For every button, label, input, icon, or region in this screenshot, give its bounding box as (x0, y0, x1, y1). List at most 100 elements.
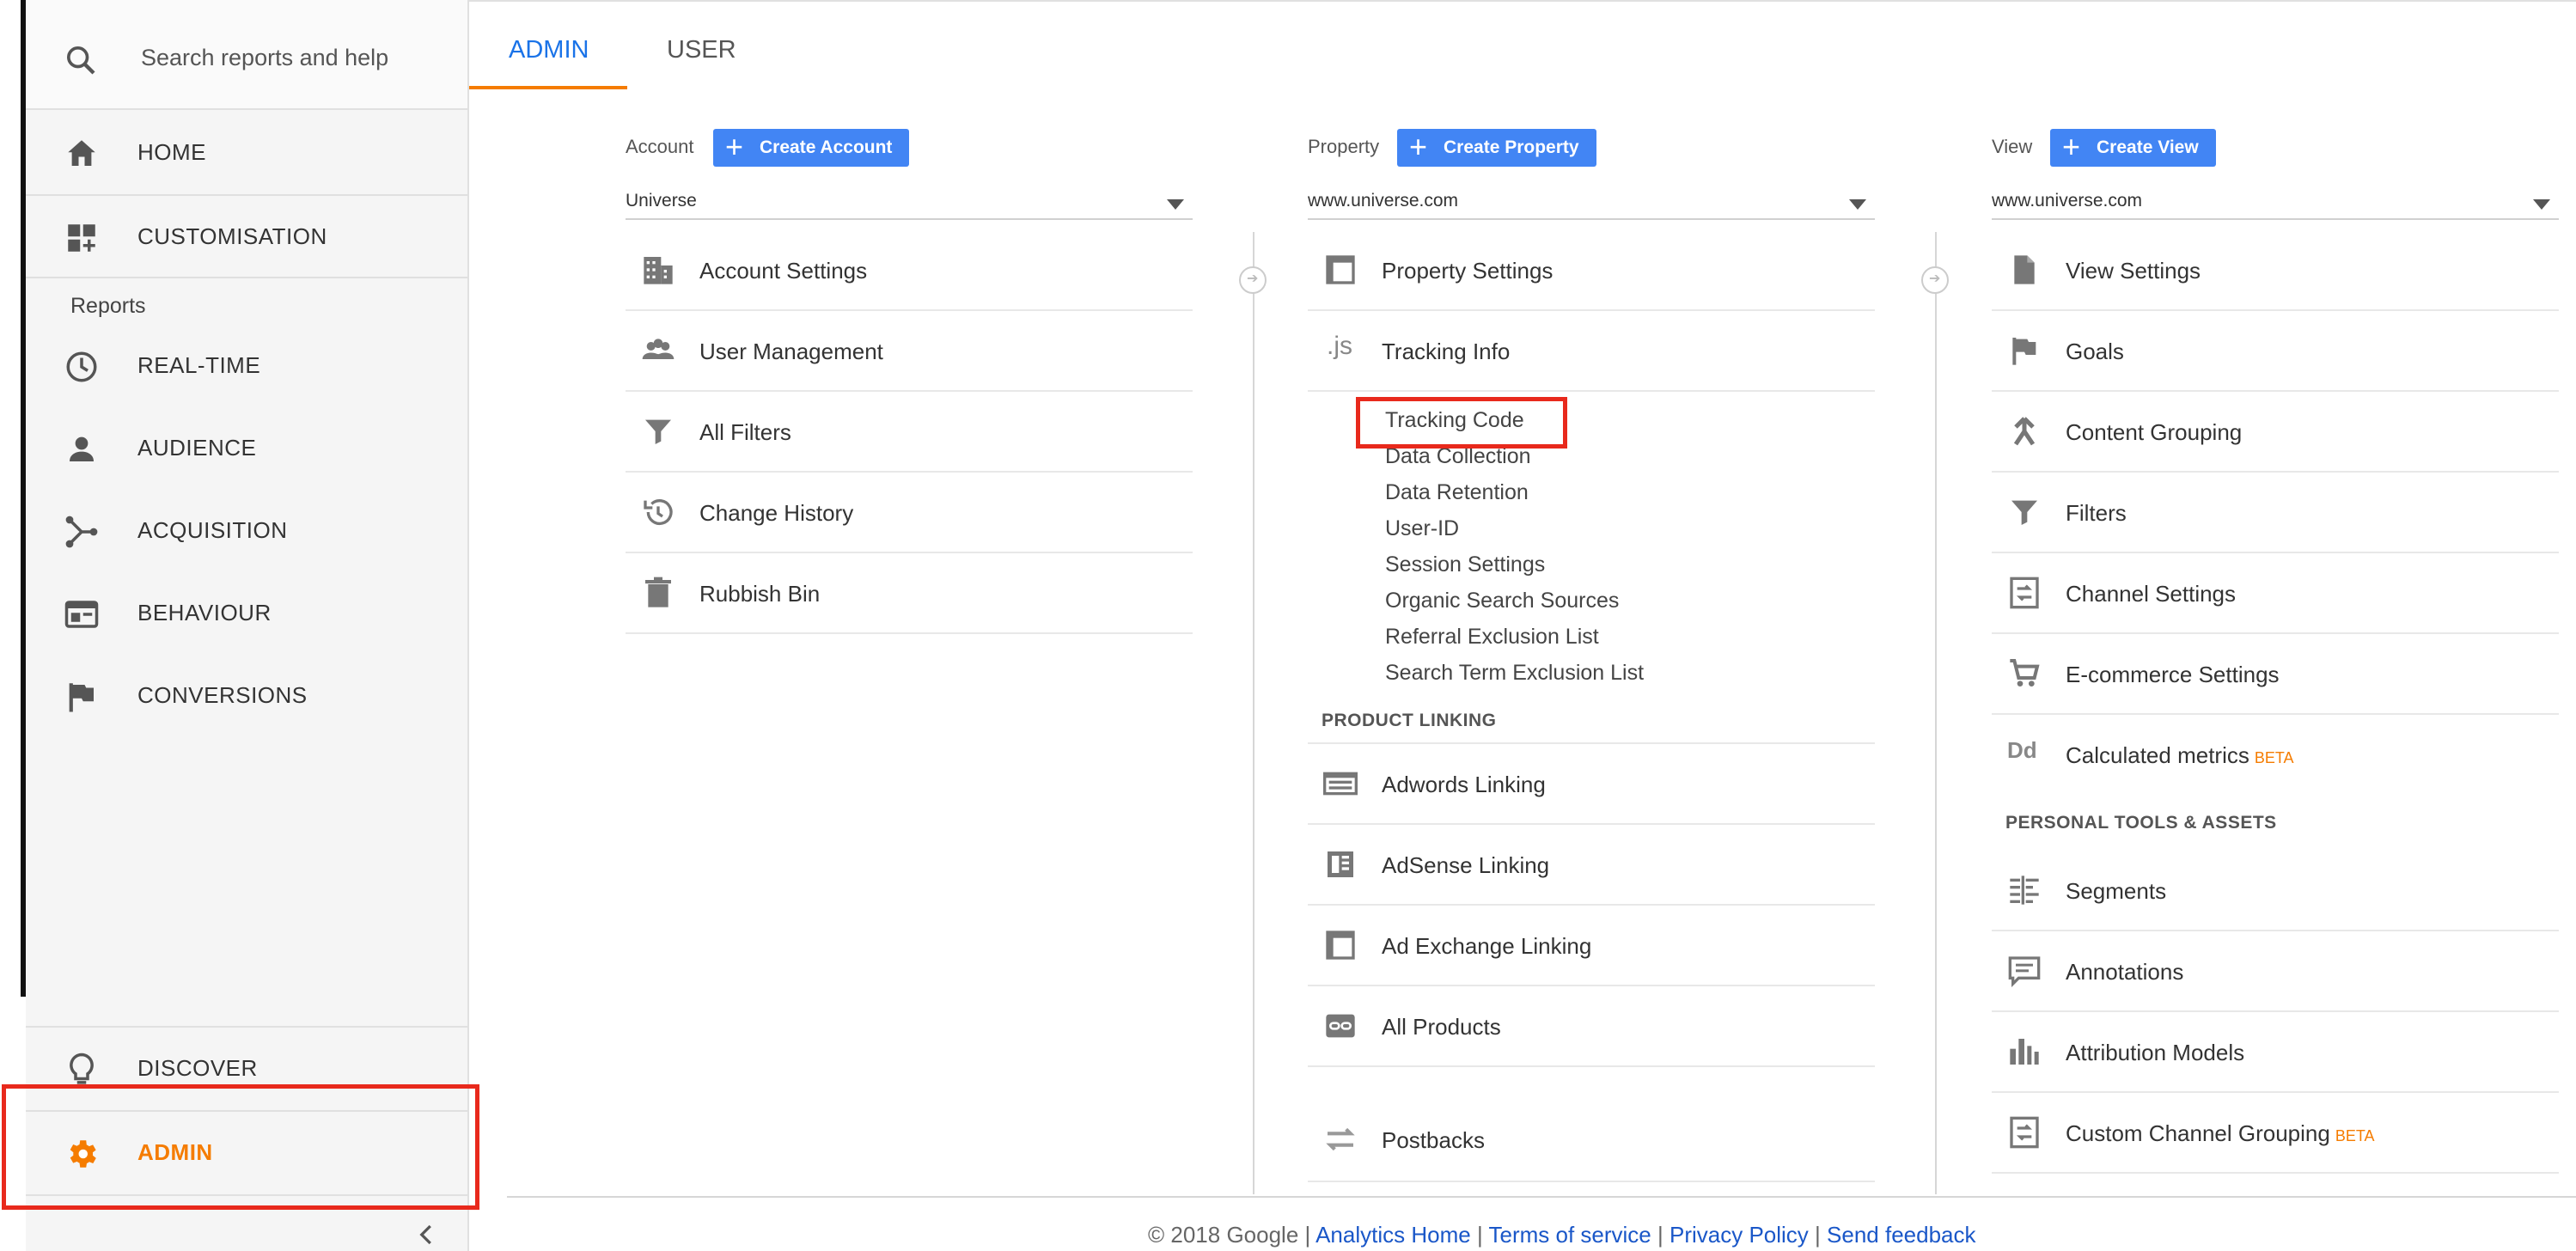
view-settings-item[interactable]: View Settings (1992, 230, 2559, 311)
ecommerce-settings-label: E-commerce Settings (2066, 662, 2280, 687)
privacy-policy-link[interactable]: Privacy Policy (1670, 1222, 1809, 1248)
postbacks-item[interactable]: Postbacks (1308, 1100, 1875, 1182)
data-retention-link[interactable]: Data Retention (1385, 474, 1875, 510)
arrow-right-icon (1921, 266, 1949, 294)
rubbish-bin-item[interactable]: Rubbish Bin (626, 553, 1193, 634)
all-products-item[interactable]: All Products (1308, 986, 1875, 1067)
segments-icon (2010, 876, 2039, 905)
segments-item[interactable]: Segments (1992, 851, 2559, 931)
organic-search-sources-link[interactable]: Organic Search Sources (1385, 583, 1875, 619)
document-icon (2014, 255, 2035, 284)
send-feedback-link[interactable]: Send feedback (1827, 1222, 1975, 1248)
search-placeholder: Search reports and help (141, 45, 389, 70)
content-grouping-item[interactable]: Content Grouping (1992, 392, 2559, 473)
channel-icon (2010, 577, 2039, 609)
custom-channel-grouping-item[interactable]: Custom Channel Grouping BETA (1992, 1093, 2559, 1174)
adwords-linking-label: Adwords Linking (1382, 772, 1546, 797)
js-icon: .js (1327, 332, 1352, 360)
nav-conversions-label: CONVERSIONS (137, 682, 308, 708)
view-selected-value: www.universe.com (1992, 191, 2143, 211)
trash-icon (645, 577, 671, 607)
all-filters-item[interactable]: All Filters (626, 392, 1193, 473)
ad-exchange-linking-item[interactable]: Ad Exchange Linking (1308, 906, 1875, 986)
nav-customisation[interactable]: CUSTOMISATION (26, 196, 467, 278)
nav-realtime-label: REAL-TIME (137, 352, 261, 378)
adsense-linking-item[interactable]: AdSense Linking (1308, 825, 1875, 906)
account-settings-item[interactable]: Account Settings (626, 230, 1193, 311)
adsense-icon (1328, 851, 1353, 877)
ecommerce-settings-item[interactable]: E-commerce Settings (1992, 634, 2559, 715)
acquisition-icon (65, 516, 98, 548)
user-id-link[interactable]: User-ID (1385, 510, 1875, 546)
adwords-linking-item[interactable]: Adwords Linking (1308, 744, 1875, 825)
nav-behaviour[interactable]: BEHAVIOUR (26, 572, 467, 655)
nav-conversions[interactable]: CONVERSIONS (26, 655, 467, 737)
view-label: View (1992, 136, 2033, 157)
property-selector[interactable]: www.universe.com (1308, 186, 1875, 220)
footer-separator: | (1304, 1222, 1311, 1248)
nav-behaviour-label: BEHAVIOUR (137, 600, 272, 626)
filters-item[interactable]: Filters (1992, 473, 2559, 553)
nav-customisation-label: CUSTOMISATION (137, 223, 327, 249)
dashboard-add-icon (68, 224, 95, 252)
annotations-label: Annotations (2066, 959, 2184, 985)
nav-realtime[interactable]: REAL-TIME (26, 325, 467, 407)
account-selector[interactable]: Universe (626, 186, 1193, 220)
tab-user[interactable]: USER (667, 36, 736, 64)
merge-icon (2013, 417, 2036, 446)
nav-home[interactable]: HOME (26, 112, 467, 194)
dropdown-caret-icon (2533, 199, 2550, 210)
search-bar[interactable]: Search reports and help (26, 0, 467, 110)
footer-separator: | (1815, 1222, 1821, 1248)
reports-section-label: Reports (70, 294, 146, 318)
dropdown-caret-icon (1849, 199, 1866, 210)
user-management-item[interactable]: User Management (626, 311, 1193, 392)
nav-divider (26, 277, 467, 278)
lightbulb-icon (70, 1053, 94, 1084)
tracking-info-item[interactable]: .js Tracking Info (1308, 311, 1875, 392)
calculated-metrics-label: Calculated metrics BETA (2066, 742, 2294, 768)
footer: © 2018 Google | Analytics Home | Terms o… (1148, 1222, 1976, 1248)
attribution-models-label: Attribution Models (2066, 1040, 2245, 1065)
tab-admin[interactable]: ADMIN (509, 36, 589, 64)
goals-label: Goals (2066, 339, 2124, 364)
footer-divider (507, 1196, 2576, 1198)
link-icon (1326, 1014, 1355, 1038)
cart-icon (2010, 659, 2040, 687)
terms-of-service-link[interactable]: Terms of service (1488, 1222, 1651, 1248)
all-filters-label: All Filters (699, 419, 791, 445)
referral-exclusion-link[interactable]: Referral Exclusion List (1385, 619, 1875, 655)
account-column: Account + Create Account Universe Accoun… (626, 129, 1193, 634)
dd-icon: Dd (2007, 737, 2037, 763)
session-settings-link[interactable]: Session Settings (1385, 546, 1875, 583)
property-label: Property (1308, 136, 1380, 157)
clock-icon (66, 351, 97, 382)
goals-item[interactable]: Goals (1992, 311, 2559, 392)
adwords-icon (1323, 772, 1358, 796)
create-property-button[interactable]: + Create Property (1397, 129, 1596, 167)
tracking-code-highlight-box (1356, 397, 1567, 449)
filter-icon (2011, 500, 2037, 525)
view-selector[interactable]: www.universe.com (1992, 186, 2559, 220)
analytics-home-link[interactable]: Analytics Home (1315, 1222, 1471, 1248)
collapse-chevron-icon[interactable] (414, 1222, 440, 1248)
account-selected-value: Universe (626, 191, 697, 211)
create-property-label: Create Property (1444, 137, 1579, 157)
channel-settings-item[interactable]: Channel Settings (1992, 553, 2559, 634)
home-icon (68, 140, 95, 166)
property-settings-item[interactable]: Property Settings (1308, 230, 1875, 311)
create-view-button[interactable]: + Create View (2050, 129, 2216, 167)
account-settings-label: Account Settings (699, 258, 868, 284)
search-term-exclusion-link[interactable]: Search Term Exclusion List (1385, 655, 1875, 691)
annotations-item[interactable]: Annotations (1992, 931, 2559, 1012)
column-divider (1935, 232, 1937, 1194)
nav-audience[interactable]: AUDIENCE (26, 407, 467, 490)
behaviour-icon (64, 601, 99, 628)
attribution-models-item[interactable]: Attribution Models (1992, 1012, 2559, 1093)
change-history-item[interactable]: Change History (626, 473, 1193, 553)
create-account-button[interactable]: + Create Account (713, 129, 910, 167)
ad-exchange-icon (1326, 931, 1355, 960)
calculated-metrics-item[interactable]: Dd Calculated metrics BETA (1992, 715, 2559, 796)
nav-acquisition[interactable]: ACQUISITION (26, 490, 467, 572)
nav-home-label: HOME (137, 139, 206, 165)
